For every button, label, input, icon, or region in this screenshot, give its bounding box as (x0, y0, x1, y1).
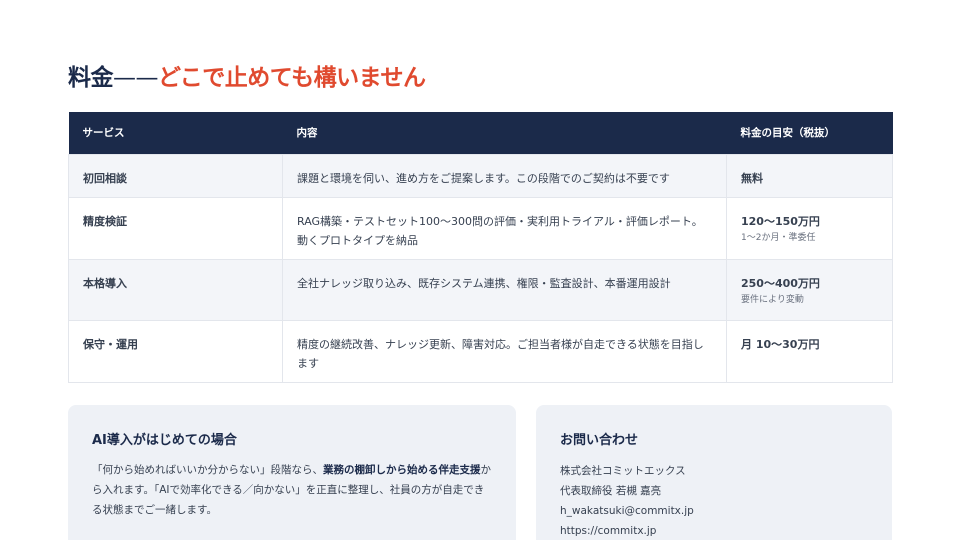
title-main: 料金 (68, 65, 114, 91)
contact-email[interactable]: h_wakatsuki@commitx.jp (560, 501, 694, 521)
service-cell: 保守・運用 (68, 319, 283, 383)
contact-title: お問い合わせ (560, 433, 639, 448)
service-cell: 本格導入 (68, 258, 283, 321)
content-cell: RAG構築・テストセット100〜300問の評価・実利用トライアル・評価レポート。… (282, 196, 727, 260)
contact-company: 株式会社コミットエックス (560, 465, 686, 477)
price-value: 月 10〜30万円 (741, 337, 820, 351)
page-title: 料金——どこで止めても構いません (68, 58, 426, 92)
contact-representative: 代表取締役 若槻 嘉亮 (560, 485, 662, 497)
first-time-card: AI導入がはじめての場合 「何から始めればいいか分からない」段階なら、業務の棚卸… (68, 405, 516, 540)
first-time-text: 「何から始めればいいか分からない」段階なら、業務の棚卸しから始める伴走支援から入… (92, 460, 492, 520)
table-row: 精度検証 RAG構築・テストセット100〜300問の評価・実利用トライアル・評価… (68, 196, 893, 260)
price-cell: 無料 (726, 153, 893, 198)
contact-card: お問い合わせ 株式会社コミットエックス 代表取締役 若槻 嘉亮 h_wakats… (536, 405, 892, 540)
price-value: 120〜150万円 (741, 214, 820, 228)
contact-url[interactable]: https://commitx.jp (560, 521, 694, 540)
service-cell: 初回相談 (68, 153, 283, 198)
header-service: サービス (68, 112, 283, 154)
table-row: 保守・運用 精度の継続改善、ナレッジ更新、障害対応。ご担当者様が自走できる状態を… (68, 319, 893, 383)
contact-details: 株式会社コミットエックス 代表取締役 若槻 嘉亮 h_wakatsuki@com… (560, 461, 694, 540)
table-header-row: サービス 内容 料金の目安（税抜） (68, 112, 893, 154)
price-value: 無料 (741, 171, 763, 185)
table-row: 本格導入 全社ナレッジ取り込み、既存システム連携、権限・監査設計、本番運用設計 … (68, 258, 893, 321)
header-price: 料金の目安（税抜） (726, 112, 893, 154)
table-row: 初回相談 課題と環境を伺い、進め方をご提案します。この段階でのご契約は不要です … (68, 153, 893, 198)
content-cell: 精度の継続改善、ナレッジ更新、障害対応。ご担当者様が自走できる状態を目指します (282, 319, 727, 383)
first-time-title: AI導入がはじめての場合 (92, 433, 237, 448)
price-cell: 250〜400万円 要件により変動 (726, 258, 893, 321)
header-content: 内容 (282, 112, 727, 154)
title-accent: どこで止めても構いません (158, 65, 426, 91)
content-cell: 全社ナレッジ取り込み、既存システム連携、権限・監査設計、本番運用設計 (282, 258, 727, 321)
price-note: 要件により変動 (741, 294, 804, 305)
service-cell: 精度検証 (68, 196, 283, 260)
price-value: 250〜400万円 (741, 276, 820, 290)
pricing-page: 料金——どこで止めても構いません サービス 内容 料金の目安（税抜） 初回相談 … (0, 0, 960, 540)
price-note: 1〜2か月・準委任 (741, 232, 816, 243)
first-time-text-1: 「何から始めればいいか分からない」段階なら、 (92, 464, 323, 476)
price-cell: 120〜150万円 1〜2か月・準委任 (726, 196, 893, 260)
first-time-text-bold: 業務の棚卸しから始める伴走支援 (323, 464, 481, 476)
title-dash: —— (113, 65, 159, 91)
price-cell: 月 10〜30万円 (726, 319, 893, 383)
pricing-table: サービス 内容 料金の目安（税抜） 初回相談 課題と環境を伺い、進め方をご提案し… (68, 112, 893, 383)
content-cell: 課題と環境を伺い、進め方をご提案します。この段階でのご契約は不要です (282, 153, 727, 198)
